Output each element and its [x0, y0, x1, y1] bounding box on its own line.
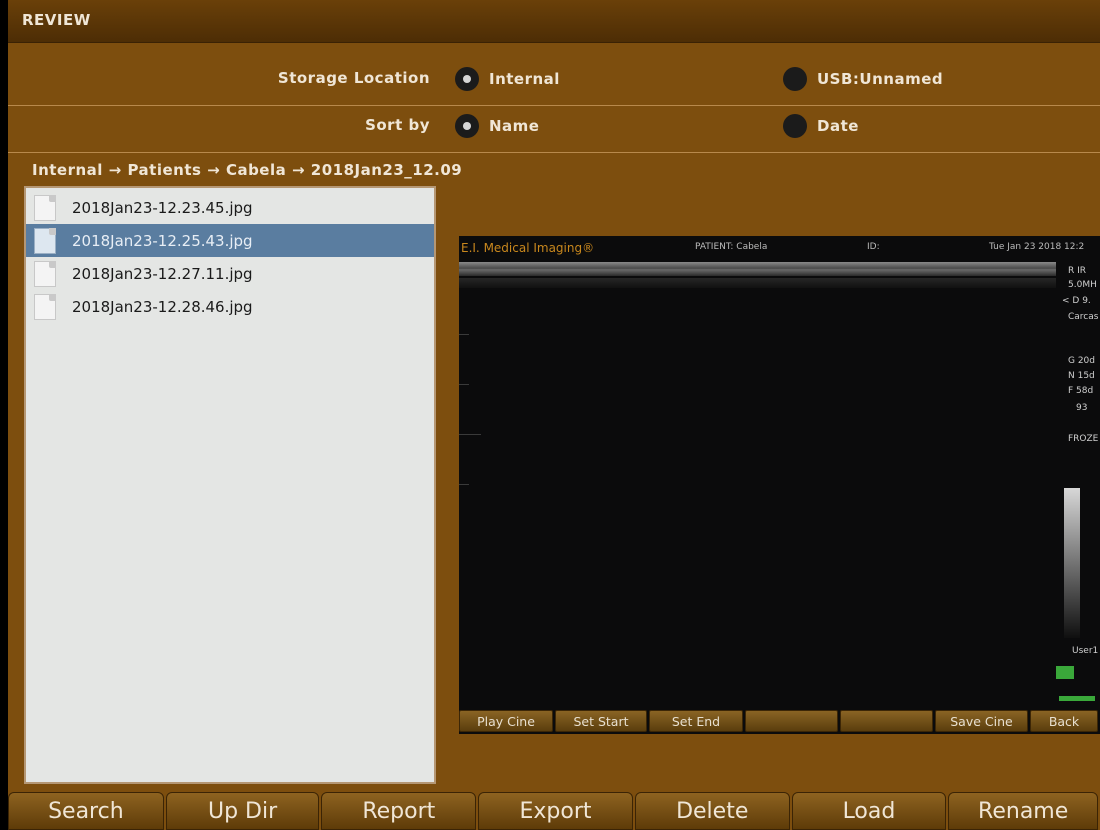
sort-name-label: Name — [489, 117, 540, 135]
title-bar: REVIEW — [8, 0, 1100, 43]
sort-date-label: Date — [817, 117, 859, 135]
blank-button[interactable] — [745, 710, 838, 732]
preview-brand: E.I. Medical Imaging® — [461, 241, 595, 255]
depth-tick — [459, 434, 481, 435]
side-text: R IR — [1068, 266, 1087, 276]
storage-internal-label: Internal — [489, 70, 560, 88]
depth-tick — [459, 384, 469, 385]
file-icon — [34, 194, 56, 221]
file-item[interactable]: 2018Jan23-12.27.11.jpg — [26, 257, 434, 290]
blank-button[interactable] — [840, 710, 933, 732]
file-item-selected[interactable]: 2018Jan23-12.25.43.jpg — [26, 224, 434, 257]
report-button[interactable]: Report — [321, 792, 477, 830]
file-item[interactable]: 2018Jan23-12.23.45.jpg — [26, 191, 434, 224]
play-cine-button[interactable]: Play Cine — [459, 710, 553, 732]
delete-button[interactable]: Delete — [634, 792, 790, 830]
status-indicator-icon — [1056, 666, 1074, 679]
side-text: < D 9. — [1062, 296, 1091, 306]
preview-id: ID: — [867, 242, 880, 252]
image-preview: E.I. Medical Imaging® PATIENT: Cabela ID… — [459, 236, 1100, 734]
set-end-button[interactable]: Set End — [649, 710, 743, 732]
storage-location-label: Storage Location — [277, 69, 430, 87]
radio-selected-icon — [455, 114, 479, 138]
side-text: F 58d — [1068, 386, 1094, 396]
storage-usb-label: USB:Unnamed — [817, 70, 944, 88]
side-text: 93 — [1076, 403, 1088, 413]
sort-date-radio[interactable]: Date — [783, 113, 859, 139]
divider — [8, 152, 1100, 153]
bottom-toolbar: Search Up Dir Report Export Delete Load … — [8, 792, 1100, 830]
radio-unselected-icon — [783, 114, 807, 138]
radio-selected-icon — [455, 67, 479, 91]
preview-patient: PATIENT: Cabela — [695, 242, 768, 252]
sort-by-row: Sort by Name Date — [8, 102, 1100, 150]
file-icon — [34, 260, 56, 287]
side-text: N 15d — [1068, 371, 1095, 381]
side-text: FROZE — [1068, 434, 1099, 444]
export-button[interactable]: Export — [478, 792, 633, 830]
breadcrumb: Internal → Patients → Cabela → 2018Jan23… — [32, 161, 463, 179]
file-name: 2018Jan23-12.23.45.jpg — [72, 198, 253, 217]
file-name: 2018Jan23-12.28.46.jpg — [72, 297, 253, 316]
grayscale-bar — [1064, 488, 1080, 638]
radio-unselected-icon — [783, 67, 807, 91]
storage-internal-radio[interactable]: Internal — [455, 66, 560, 92]
save-cine-button[interactable]: Save Cine — [935, 710, 1028, 732]
search-button[interactable]: Search — [8, 792, 164, 830]
file-icon — [34, 227, 56, 254]
file-list[interactable]: 2018Jan23-12.23.45.jpg 2018Jan23-12.25.4… — [24, 186, 436, 784]
preview-depth-strip — [459, 262, 1056, 276]
side-text: G 20d — [1068, 356, 1095, 366]
side-text: Carcas — [1068, 312, 1099, 322]
preview-depth-strip-lower — [459, 278, 1056, 288]
depth-tick — [459, 334, 469, 335]
sort-name-radio[interactable]: Name — [455, 113, 539, 139]
preview-date: Tue Jan 23 2018 12:2 — [989, 242, 1085, 252]
battery-icon — [1059, 696, 1095, 701]
depth-tick — [459, 484, 469, 485]
sort-by-label: Sort by — [365, 116, 430, 134]
preview-buttons: Play Cine Set Start Set End Save Cine Ba… — [459, 710, 1100, 734]
load-button[interactable]: Load — [791, 792, 947, 830]
storage-location-row: Storage Location Internal USB:Unnamed — [8, 55, 1100, 103]
file-name: 2018Jan23-12.25.43.jpg — [72, 231, 253, 250]
side-text: User1 — [1072, 646, 1099, 656]
file-name: 2018Jan23-12.27.11.jpg — [72, 264, 253, 283]
side-text: 5.0MH — [1068, 280, 1097, 290]
storage-usb-radio[interactable]: USB:Unnamed — [783, 66, 943, 92]
preview-header: E.I. Medical Imaging® PATIENT: Cabela ID… — [459, 236, 1100, 258]
back-button[interactable]: Back — [1030, 710, 1098, 732]
file-item[interactable]: 2018Jan23-12.28.46.jpg — [26, 290, 434, 323]
rename-button[interactable]: Rename — [948, 792, 1099, 830]
review-screen: REVIEW Storage Location Internal USB:Unn… — [8, 0, 1100, 830]
set-start-button[interactable]: Set Start — [555, 710, 647, 732]
window-title: REVIEW — [22, 11, 91, 29]
up-dir-button[interactable]: Up Dir — [165, 792, 320, 830]
file-icon — [34, 293, 56, 320]
